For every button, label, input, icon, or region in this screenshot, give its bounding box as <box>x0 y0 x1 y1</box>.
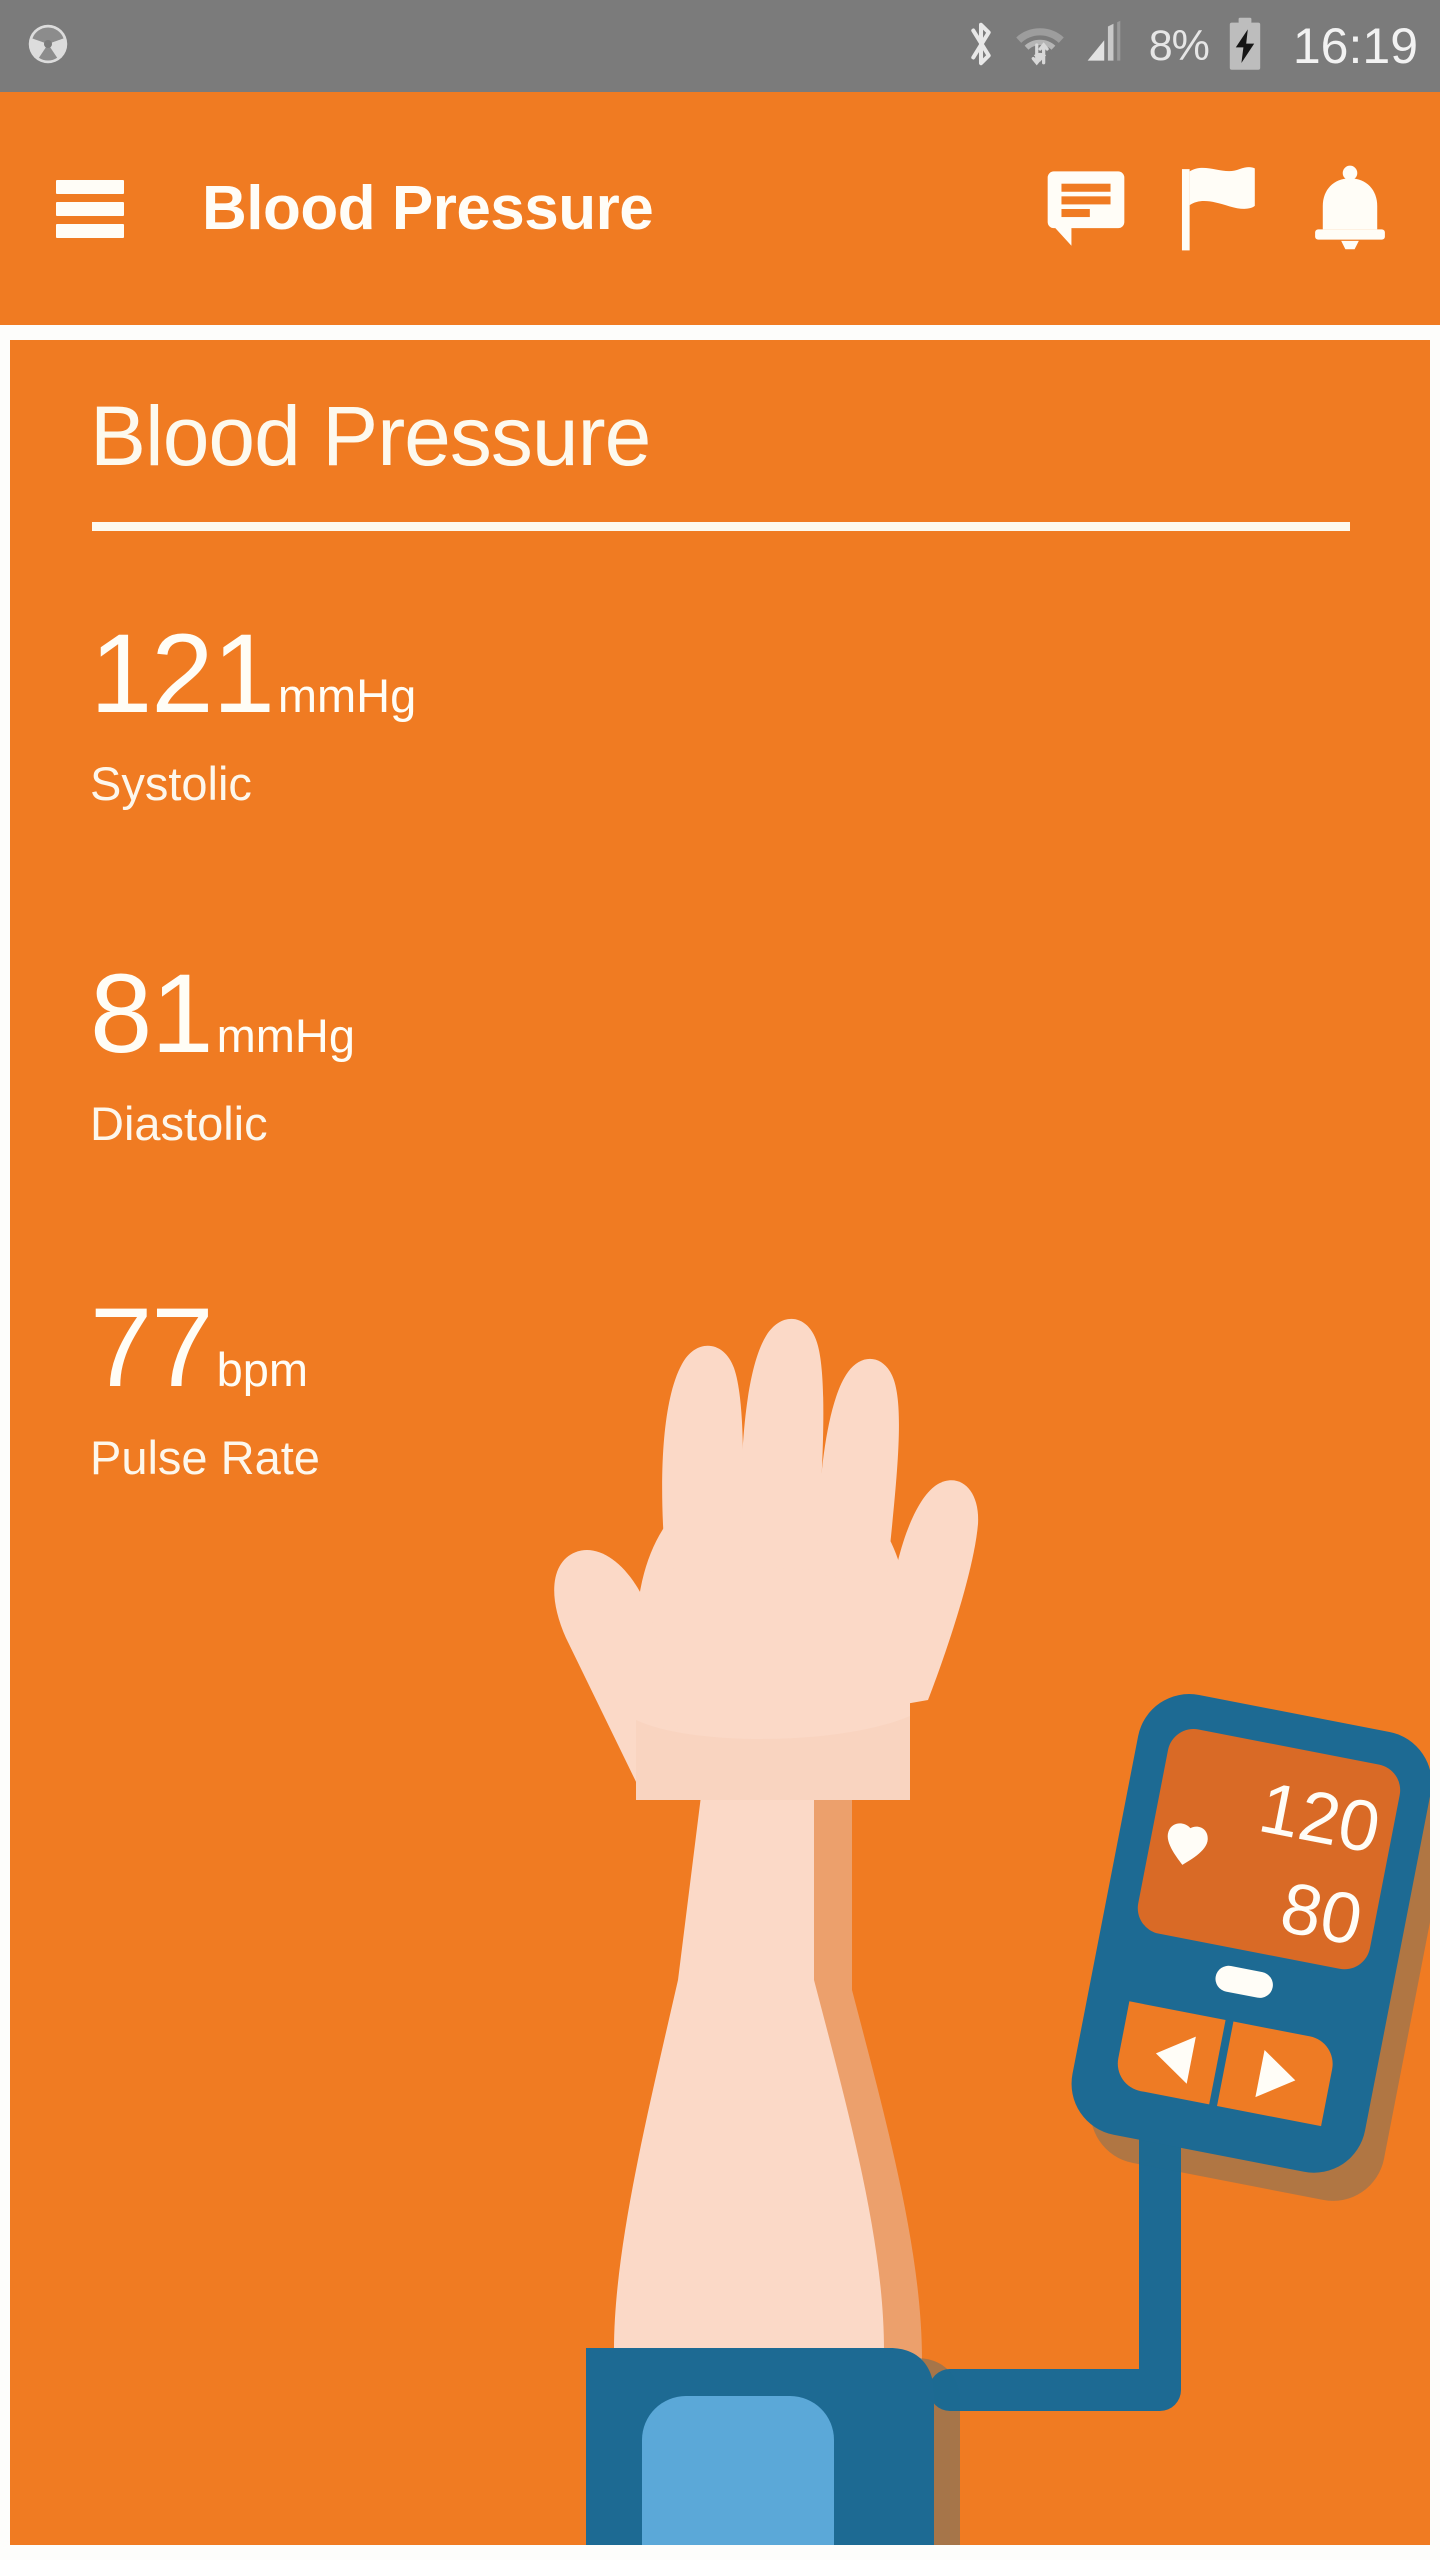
hamburger-bar <box>56 201 124 216</box>
metric-systolic: 121 mmHg Systolic <box>90 618 416 811</box>
status-bar: 8% 16:19 <box>0 0 1440 92</box>
app-screen: 8% 16:19 Blood Pressure Blood Pressure 1… <box>0 0 1440 2560</box>
page-title: Blood Pressure <box>90 389 651 483</box>
app-bar-actions <box>1038 161 1398 257</box>
metric-value: 77 <box>90 1285 214 1410</box>
metric-diastolic: 81 mmHg Diastolic <box>90 958 355 1151</box>
status-bar-right-icons: 8% 16:19 <box>965 17 1418 76</box>
metric-value: 81 <box>90 951 214 1076</box>
title-divider <box>92 522 1350 531</box>
wifi-icon <box>1015 21 1065 72</box>
metric-value-row: 121 mmHg <box>90 618 416 730</box>
metric-unit: mmHg <box>277 669 417 722</box>
bottom-white-strip <box>0 2545 1440 2560</box>
notifications-bell-icon[interactable] <box>1302 161 1398 257</box>
metric-unit: mmHg <box>216 1009 355 1062</box>
blood-pressure-monitor-illustration: 120 80 <box>390 1100 1430 2545</box>
metric-label: Systolic <box>90 757 252 810</box>
flag-icon[interactable] <box>1170 161 1266 257</box>
screenshot-camera-icon <box>26 22 70 71</box>
app-bar-title: Blood Pressure <box>202 174 654 243</box>
metric-pulse-rate: 77 bpm Pulse Rate <box>90 1292 320 1485</box>
device-diastolic-value: 80 <box>1275 1867 1369 1961</box>
metric-value-row: 81 mmHg <box>90 958 355 1070</box>
metric-label: Pulse Rate <box>90 1431 320 1484</box>
status-bar-clock: 16:19 <box>1292 18 1418 74</box>
blood-pressure-card: Blood Pressure 121 mmHg Systolic 81 mmHg… <box>10 340 1430 2545</box>
blood-pressure-monitor-device: 120 80 <box>1071 1694 1430 2201</box>
app-bar: Blood Pressure <box>0 92 1440 325</box>
status-bar-left-icons <box>26 22 70 71</box>
battery-percent-label: 8% <box>1148 21 1210 70</box>
battery-charging-icon <box>1225 17 1265 76</box>
messages-icon[interactable] <box>1038 161 1134 257</box>
metric-value-row: 77 bpm <box>90 1292 320 1404</box>
metric-label: Diastolic <box>90 1097 268 1150</box>
bluetooth-icon <box>965 19 997 74</box>
hamburger-menu-icon[interactable] <box>56 175 124 243</box>
metric-unit: bpm <box>216 1343 309 1396</box>
blood-pressure-cuff <box>586 2348 960 2545</box>
cellular-signal-icon <box>1083 20 1131 73</box>
metric-value: 121 <box>90 611 275 736</box>
hamburger-bar <box>56 179 124 194</box>
hamburger-bar <box>56 223 124 238</box>
